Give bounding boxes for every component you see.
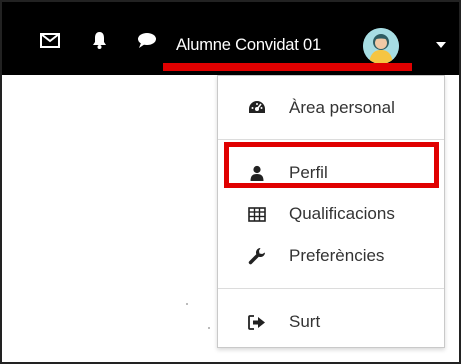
wrench-icon bbox=[248, 247, 266, 265]
menu-item-qualificacions[interactable]: Qualificacions bbox=[218, 196, 444, 232]
background-speck bbox=[208, 327, 210, 329]
user-name[interactable]: Alumne Convidat 01 bbox=[176, 36, 321, 55]
menu-item-label: Preferències bbox=[289, 246, 385, 265]
user-dropdown-menu: Àrea personal Perfil Qualificacions Pref… bbox=[217, 75, 445, 348]
table-icon bbox=[248, 205, 266, 223]
menu-item-surt[interactable]: Surt bbox=[218, 304, 444, 340]
mail-icon[interactable] bbox=[39, 30, 61, 50]
menu-item-preferencies[interactable]: Preferències bbox=[218, 238, 444, 274]
highlight-underline bbox=[163, 63, 412, 71]
sign-out-icon bbox=[248, 313, 266, 331]
menu-item-area-personal[interactable]: Àrea personal bbox=[218, 90, 444, 126]
menu-item-label: Surt bbox=[289, 312, 321, 331]
caret-down-icon[interactable] bbox=[436, 42, 446, 48]
menu-divider bbox=[218, 288, 444, 289]
background-speck bbox=[186, 303, 188, 305]
menu-item-label: Qualificacions bbox=[289, 204, 395, 223]
avatar-icon[interactable] bbox=[363, 28, 399, 64]
menu-divider bbox=[218, 139, 444, 140]
highlight-box-perfil bbox=[224, 142, 439, 188]
bell-icon[interactable] bbox=[90, 30, 108, 50]
dashboard-icon bbox=[248, 99, 266, 117]
menu-item-label: Àrea personal bbox=[289, 98, 395, 117]
chat-bubble-icon[interactable] bbox=[136, 30, 158, 50]
